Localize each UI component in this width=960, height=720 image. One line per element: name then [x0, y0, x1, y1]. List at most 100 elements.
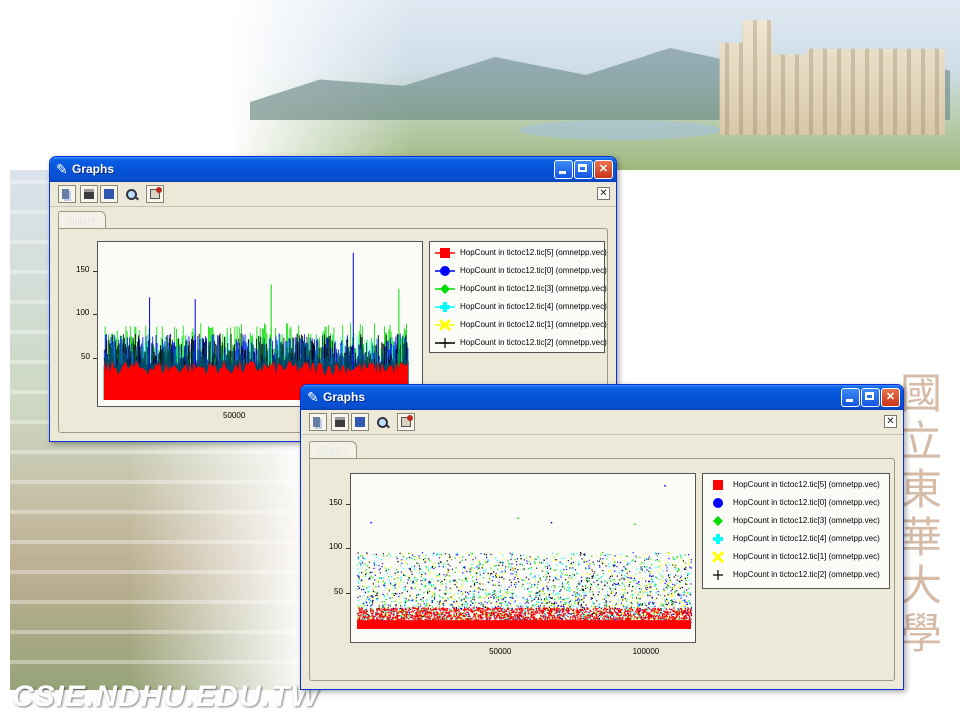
y-tick-label: 50 [81, 351, 90, 361]
legend-square [713, 480, 723, 490]
legend-label: HopCount in tictoc12.tic[3] (omnetpp.vec… [460, 284, 607, 293]
legend-label: HopCount in tictoc12.tic[5] (omnetpp.vec… [460, 248, 607, 257]
chart-1-svg [103, 252, 409, 400]
feather-icon: ✎ [56, 161, 68, 177]
x-tick-label: 50000 [489, 647, 512, 656]
plot-area[interactable] [97, 241, 423, 407]
legend-label: HopCount in tictoc12.tic[1] (omnetpp.vec… [460, 320, 607, 329]
close-chart-button[interactable]: ✕ [597, 187, 610, 200]
legend-diamond [713, 516, 723, 526]
window-title: Graphs [323, 390, 366, 404]
close-button[interactable]: ✕ [881, 388, 900, 407]
legend-cross [440, 302, 450, 312]
legend-marker-icon [435, 302, 455, 312]
save-icon[interactable] [331, 413, 349, 431]
toolbar: ✕ [301, 410, 903, 435]
graphs-window-2[interactable]: ✎ Graphs ✕ ✕ Chart 1 50 100 150 50000 100000… [300, 384, 904, 690]
zoom-icon[interactable] [122, 185, 140, 203]
legend-marker-icon [711, 550, 725, 564]
y-tick-label: 100 [329, 542, 343, 552]
tab-chart-1[interactable]: Chart 1 [309, 441, 357, 459]
y-tick-label: 150 [76, 265, 90, 274]
properties-icon[interactable] [146, 185, 164, 203]
x-tick-label: 100000 [632, 647, 660, 656]
tab-area: Chart 1 50 100 150 50000 100000 HopCount in … [305, 441, 899, 685]
legend-marker-icon [713, 570, 723, 580]
calligraphy-char: 學 [900, 609, 943, 658]
title-bar[interactable]: ✎ Graphs ✕ [301, 385, 903, 410]
legend-plus [713, 570, 723, 580]
legend-square [440, 248, 450, 258]
chart-2-svg [357, 485, 693, 629]
legend-label: HopCount in tictoc12.tic[4] (omnetpp.vec… [733, 534, 880, 543]
y-tick-mark [93, 357, 97, 359]
legend-marker-icon [713, 480, 723, 490]
copy-icon[interactable] [309, 413, 327, 431]
background-lake [520, 120, 720, 140]
calligraphy-char: 華 [900, 513, 943, 562]
legend-marker-icon [435, 266, 455, 276]
series-outlier [664, 485, 666, 487]
toolbar: ✕ [50, 182, 616, 207]
y-tick-label: 100 [76, 308, 90, 318]
feather-icon: ✎ [307, 389, 319, 405]
y-tick-mark [93, 271, 97, 272]
legend-circle [440, 266, 450, 276]
calligraphy-char: 國 [900, 369, 943, 418]
legend-circle [713, 498, 723, 508]
series-outlier [550, 521, 553, 524]
calligraphy-char: 大 [900, 561, 943, 610]
save-ps-icon[interactable] [100, 185, 118, 203]
legend-marker-icon [435, 338, 455, 348]
x-tick-label: 50000 [223, 411, 246, 420]
legend-label: HopCount in tictoc12.tic[5] (omnetpp.vec… [733, 480, 880, 489]
zoom-icon[interactable] [373, 413, 391, 431]
legend-plus [440, 338, 450, 348]
calligraphy-char: 東 [900, 465, 943, 514]
copy-icon[interactable] [58, 185, 76, 203]
series-red-band [357, 620, 691, 629]
save-ps-icon[interactable] [351, 413, 369, 431]
legend-diamond [440, 284, 450, 294]
y-tick-label: 150 [329, 497, 343, 507]
legend-label: HopCount in tictoc12.tic[2] (omnetpp.vec… [460, 338, 607, 347]
legend: HopCount in tictoc12.tic[5] (omnetpp.vec… [429, 241, 607, 353]
legend-marker-icon [713, 534, 723, 544]
window-title: Graphs [72, 162, 115, 176]
y-tick-label: 50 [334, 586, 343, 596]
maximize-button[interactable] [861, 388, 880, 407]
legend-label: HopCount in tictoc12.tic[4] (omnetpp.vec… [460, 302, 607, 311]
legend-x [711, 550, 725, 564]
legend: HopCount in tictoc12.tic[5] (omnetpp.vec… [702, 473, 890, 589]
legend-marker-icon [713, 498, 723, 508]
save-icon[interactable] [80, 185, 98, 203]
close-button[interactable]: ✕ [594, 160, 613, 179]
title-bar[interactable]: ✎ Graphs ✕ [50, 157, 616, 182]
plot-area[interactable] [350, 473, 696, 643]
legend-marker-icon [435, 318, 455, 332]
y-tick-mark [93, 314, 97, 316]
legend-label: HopCount in tictoc12.tic[2] (omnetpp.vec… [733, 570, 880, 579]
close-chart-button[interactable]: ✕ [884, 415, 897, 428]
y-tick-mark [346, 503, 350, 505]
minimize-button[interactable] [841, 388, 860, 407]
series-outlier [370, 521, 372, 524]
legend-label: HopCount in tictoc12.tic[0] (omnetpp.vec… [733, 498, 880, 507]
background-calligraphy: 國 立 東 華 大 學 [900, 369, 943, 660]
legend-marker-icon [435, 284, 455, 294]
legend-label: HopCount in tictoc12.tic[3] (omnetpp.vec… [733, 516, 880, 525]
legend-marker-icon [713, 516, 723, 526]
calligraphy-char: 立 [900, 417, 943, 466]
y-tick-mark [346, 548, 350, 550]
site-logo-text: CSIE.NDHU.EDU.TW [12, 680, 320, 713]
tab-chart-1[interactable]: Chart 1 [58, 211, 106, 229]
legend-label: HopCount in tictoc12.tic[0] (omnetpp.vec… [460, 266, 607, 275]
legend-cross [713, 534, 723, 544]
properties-icon[interactable] [397, 413, 415, 431]
maximize-button[interactable] [574, 160, 593, 179]
minimize-button[interactable] [554, 160, 573, 179]
series-outlier [634, 523, 636, 526]
series-outlier [517, 517, 519, 519]
legend-label: HopCount in tictoc12.tic[1] (omnetpp.vec… [733, 552, 880, 561]
chart-panel: 50 100 150 50000 100000 HopCount in tictoc12… [309, 458, 895, 681]
